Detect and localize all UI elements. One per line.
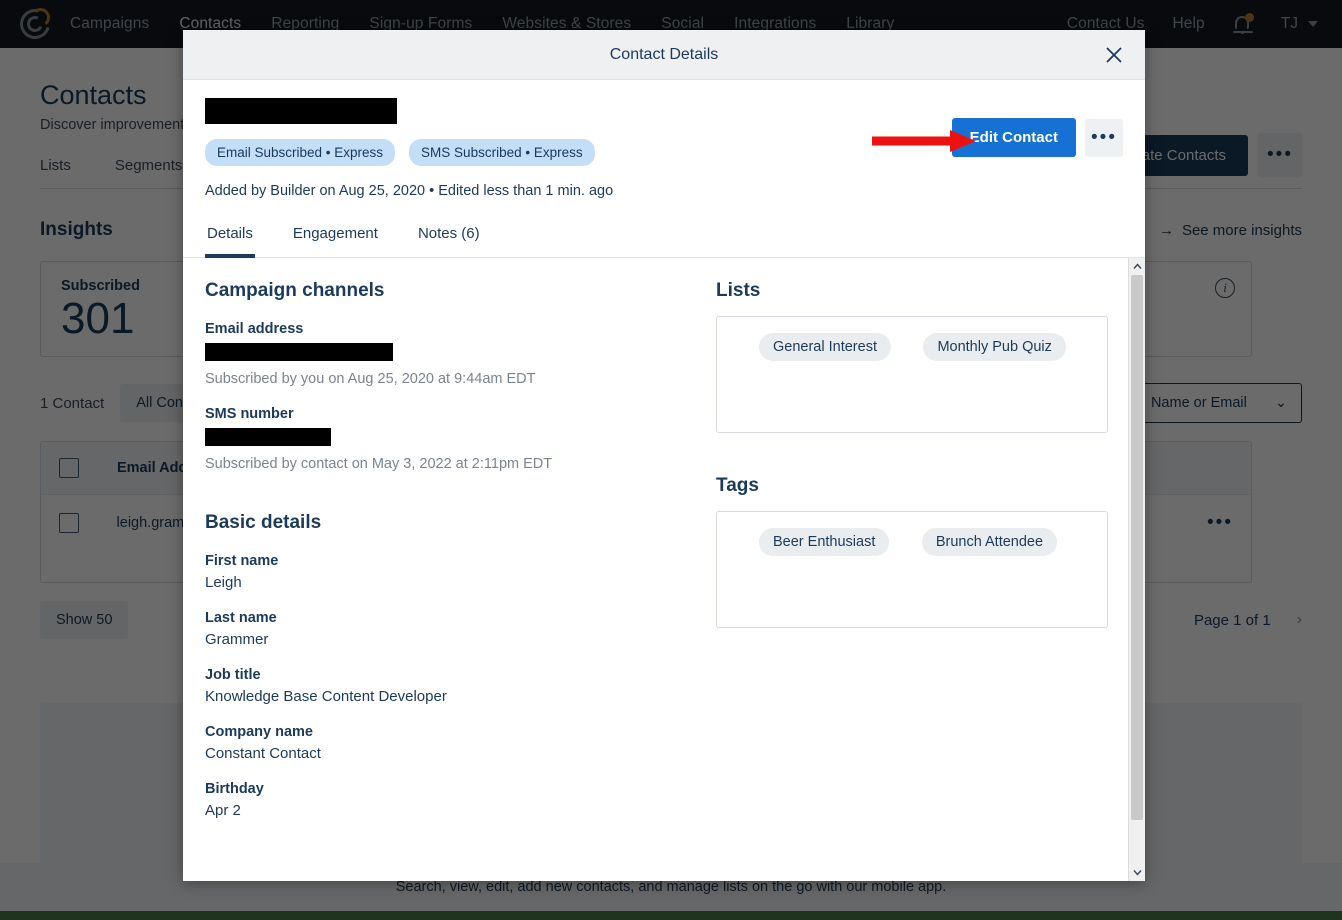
tab-details[interactable]: Details — [205, 221, 255, 258]
contact-more-options-button[interactable]: ••• — [1085, 119, 1123, 157]
modal-columns: Campaign channels Email address Subscrib… — [183, 258, 1128, 881]
status-badge-sms[interactable]: SMS Subscribed • Express — [409, 139, 595, 166]
more-options-icon: ••• — [1091, 133, 1117, 143]
field-label: Company name — [205, 724, 694, 740]
scrollbar-track[interactable] — [1129, 275, 1145, 864]
field-birthday: Birthday Apr 2 — [205, 781, 694, 819]
field-sms-number: SMS number Subscribed by contact on May … — [205, 406, 694, 472]
tags-panel: Beer Enthusiast Brunch Attendee — [716, 511, 1108, 628]
list-item[interactable]: General Interest — [759, 333, 891, 361]
field-job-title: Job title Knowledge Base Content Develop… — [205, 667, 694, 705]
status-badge-email[interactable]: Email Subscribed • Express — [205, 139, 395, 166]
contact-details-modal: Contact Details Email Subscribed • Expre… — [183, 30, 1145, 881]
basic-details-heading: Basic details — [205, 512, 694, 534]
tags-heading: Tags — [716, 475, 1108, 497]
modal-body: Campaign channels Email address Subscrib… — [183, 258, 1145, 881]
modal-contact-summary: Email Subscribed • Express SMS Subscribe… — [183, 80, 1145, 199]
email-value-redacted — [205, 343, 393, 361]
contact-meta-line: Added by Builder on Aug 25, 2020 • Edite… — [205, 183, 1123, 199]
lists-panel: General Interest Monthly Pub Quiz — [716, 316, 1108, 433]
field-value: Grammer — [205, 631, 694, 648]
email-subscribed-note: Subscribed by you on Aug 25, 2020 at 9:4… — [205, 371, 694, 387]
field-label: Birthday — [205, 781, 694, 797]
scroll-down-icon[interactable] — [1129, 864, 1145, 881]
sms-subscribed-note: Subscribed by contact on May 3, 2022 at … — [205, 456, 694, 472]
modal-tabs: Details Engagement Notes (6) — [183, 221, 1145, 258]
campaign-channels-heading: Campaign channels — [205, 280, 694, 302]
scrollbar-thumb[interactable] — [1131, 275, 1143, 820]
field-label: Job title — [205, 667, 694, 683]
field-value: Apr 2 — [205, 802, 694, 819]
field-label: Last name — [205, 610, 694, 626]
field-last-name: Last name Grammer — [205, 610, 694, 648]
tab-engagement[interactable]: Engagement — [291, 221, 380, 258]
modal-title: Contact Details — [610, 46, 719, 64]
field-company-name: Company name Constant Contact — [205, 724, 694, 762]
field-label: First name — [205, 553, 694, 569]
red-pointer-arrow — [870, 128, 978, 154]
field-label: Email address — [205, 321, 694, 337]
tab-notes[interactable]: Notes (6) — [416, 221, 482, 258]
field-email-address: Email address Subscribed by you on Aug 2… — [205, 321, 694, 387]
sms-value-redacted — [205, 428, 331, 446]
field-value: Leigh — [205, 574, 694, 591]
modal-header: Contact Details — [183, 30, 1145, 80]
field-value: Constant Contact — [205, 745, 694, 762]
lists-heading: Lists — [716, 280, 1108, 302]
contact-name-redacted — [205, 98, 397, 124]
modal-scrollbar[interactable] — [1128, 258, 1145, 881]
field-value: Knowledge Base Content Developer — [205, 688, 694, 705]
field-first-name: First name Leigh — [205, 553, 694, 591]
list-item[interactable]: Monthly Pub Quiz — [923, 333, 1065, 361]
details-right-column: Lists General Interest Monthly Pub Quiz … — [716, 280, 1116, 881]
field-label: SMS number — [205, 406, 694, 422]
close-icon[interactable] — [1101, 42, 1127, 68]
details-left-column: Campaign channels Email address Subscrib… — [183, 280, 716, 881]
tag-item[interactable]: Brunch Attendee — [922, 528, 1057, 556]
scroll-up-icon[interactable] — [1129, 258, 1145, 275]
tag-item[interactable]: Beer Enthusiast — [759, 528, 889, 556]
